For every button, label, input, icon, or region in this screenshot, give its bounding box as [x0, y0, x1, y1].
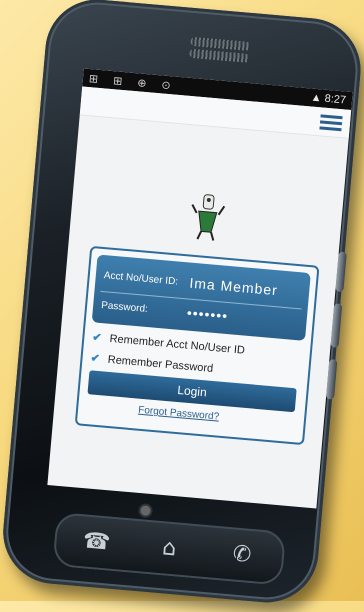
credentials-panel: Acct No/User ID: Ima Member Password: ••… — [91, 254, 311, 341]
remember-password-label: Remember Password — [107, 353, 214, 375]
home-icon[interactable]: ⌂ — [140, 528, 199, 569]
phone-nav-bar: ☎ ⌂ ✆ — [52, 511, 287, 586]
front-camera — [140, 505, 151, 517]
checkmark-icon: ✔ — [90, 352, 101, 366]
password-input[interactable]: ••••••• — [186, 305, 229, 325]
phone: ⊞ ⊞ ⊕ ⊙ ▲ 8:27 Acct No/User ID: Ima Memb… — [0, 0, 364, 612]
forgot-password-link[interactable]: Forgot Password? — [138, 405, 220, 423]
status-time: ▲ 8:27 — [310, 91, 347, 107]
user-id-input[interactable]: Ima Member — [189, 275, 279, 299]
remember-user-label: Remember Acct No/User ID — [109, 332, 246, 357]
speaker-grille — [189, 34, 251, 65]
login-button[interactable]: Login — [87, 370, 297, 413]
phone-screen: ⊞ ⊞ ⊕ ⊙ ▲ 8:27 Acct No/User ID: Ima Memb… — [47, 68, 353, 509]
checkmark-icon: ✔ — [91, 331, 103, 345]
phone-body: ⊞ ⊞ ⊕ ⊙ ▲ 8:27 Acct No/User ID: Ima Memb… — [0, 0, 364, 607]
user-id-label: Acct No/User ID: — [103, 270, 179, 288]
end-call-icon[interactable]: ☎ — [67, 522, 126, 563]
app-logo — [191, 194, 226, 241]
login-form: Acct No/User ID: Ima Member Password: ••… — [74, 245, 320, 446]
call-icon[interactable]: ✆ — [213, 535, 272, 576]
menu-icon[interactable] — [319, 112, 343, 132]
password-label: Password: — [100, 300, 149, 316]
